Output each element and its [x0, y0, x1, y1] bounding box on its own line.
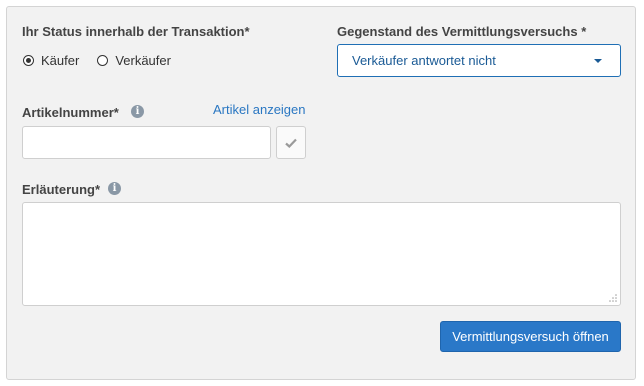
- radio-buyer-label[interactable]: Käufer: [41, 53, 79, 68]
- article-number-input[interactable]: [22, 126, 271, 159]
- subject-select[interactable]: Verkäufer antwortet nicht: [337, 44, 621, 77]
- status-label: Ihr Status innerhalb der Transaktion*: [22, 24, 250, 39]
- explanation-label: Erläuterung*: [22, 182, 101, 197]
- info-icon: i: [131, 105, 144, 118]
- subject-label: Gegenstand des Vermittlungsversuchs *: [337, 24, 587, 39]
- radio-seller-indicator[interactable]: [97, 55, 109, 66]
- article-number-label: Artikelnummer*: [22, 105, 119, 120]
- confirm-article-button[interactable]: [276, 126, 306, 159]
- mediation-form-panel: Ihr Status innerhalb der Transaktion* Kä…: [6, 6, 636, 380]
- resize-handle-icon[interactable]: [609, 294, 617, 302]
- radio-buyer[interactable]: Käufer: [23, 53, 79, 68]
- radio-seller-label[interactable]: Verkäufer: [115, 53, 171, 68]
- radio-buyer-indicator[interactable]: [23, 55, 34, 66]
- radio-seller[interactable]: Verkäufer: [97, 53, 171, 68]
- info-icon: i: [108, 182, 121, 195]
- check-icon: [285, 138, 297, 148]
- open-mediation-button[interactable]: Vermittlungsversuch öffnen: [440, 321, 621, 352]
- chevron-down-icon: [594, 58, 602, 63]
- status-radio-group: Käufer Verkäufer: [23, 53, 189, 68]
- subject-select-value: Verkäufer antwortet nicht: [352, 53, 496, 68]
- explanation-textarea[interactable]: [22, 202, 621, 306]
- view-article-link[interactable]: Artikel anzeigen: [213, 102, 306, 117]
